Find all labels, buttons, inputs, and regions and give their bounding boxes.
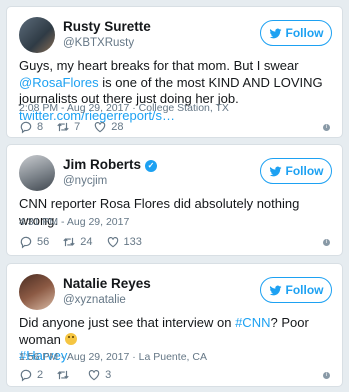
mention-link[interactable]: @RosaFlores [19, 75, 99, 90]
user-handle[interactable]: @KBTXRusty [63, 37, 134, 49]
user-name-row[interactable]: Jim Roberts ✓ [63, 157, 158, 172]
reply-count: 2 [37, 369, 44, 381]
tweet-card: Rusty Surette @KBTXRusty Follow Guys, my… [6, 6, 343, 138]
like-button[interactable]: 3 [87, 368, 111, 382]
retweet-icon [57, 370, 69, 380]
follow-button[interactable]: Follow [260, 277, 332, 303]
reply-icon [20, 236, 32, 249]
heart-icon [88, 370, 100, 381]
follow-label: Follow [285, 164, 324, 178]
action-bar: 56 24 133 [19, 235, 155, 249]
reply-button[interactable]: 56 [19, 235, 49, 249]
like-count: 28 [111, 121, 124, 133]
flushed-face-emoji-icon [64, 332, 77, 345]
heart-icon [107, 237, 118, 248]
reply-icon [20, 121, 32, 134]
follow-label: Follow [285, 26, 324, 40]
action-bar: 2 3 [19, 368, 124, 382]
info-icon[interactable]: i [323, 372, 330, 379]
follow-button[interactable]: Follow [260, 158, 332, 184]
reply-count: 56 [37, 236, 50, 248]
twitter-bird-icon [269, 285, 281, 295]
hashtag-link[interactable]: #CNN [235, 315, 270, 330]
twitter-bird-icon [269, 166, 281, 176]
tweet-card: Natalie Reyes @xyznatalie Follow Did any… [6, 263, 343, 387]
like-button[interactable]: 133 [106, 235, 142, 249]
tweet-timestamp[interactable]: 2:08 PM - Aug 29, 2017 · College Station… [19, 102, 229, 114]
user-handle[interactable]: @xyznatalie [63, 294, 126, 306]
heart-icon [95, 122, 106, 133]
follow-button[interactable]: Follow [260, 20, 332, 46]
tweet-card: Jim Roberts ✓ @nycjim Follow CNN reporter… [6, 144, 343, 256]
retweet-button[interactable]: 7 [56, 120, 80, 134]
like-count: 3 [105, 369, 112, 381]
avatar[interactable] [19, 155, 55, 191]
user-name[interactable]: Natalie Reyes [63, 276, 151, 291]
verified-badge-icon: ✓ [145, 160, 158, 172]
user-name[interactable]: Rusty Surette [63, 19, 151, 34]
text-segment: Guys, my heart breaks for that mom. But … [19, 58, 299, 73]
user-handle[interactable]: @nycjim [63, 175, 107, 187]
action-bar: 8 7 28 [19, 120, 137, 134]
follow-label: Follow [285, 283, 324, 297]
tweet-timestamp[interactable]: 1:56 PM - Aug 29, 2017 · La Puente, CA [19, 351, 207, 363]
tweet-timestamp[interactable]: 4:31 PM - Aug 29, 2017 [19, 216, 129, 228]
like-count: 133 [123, 236, 142, 248]
retweet-icon [57, 122, 69, 132]
retweet-button[interactable] [56, 368, 74, 382]
reply-button[interactable]: 8 [19, 120, 43, 134]
tweet-text: Guys, my heart breaks for that mom. But … [19, 58, 330, 124]
avatar[interactable] [19, 274, 55, 310]
info-icon[interactable]: i [323, 124, 330, 131]
retweet-count: 7 [74, 121, 81, 133]
info-icon[interactable]: i [323, 239, 330, 246]
reply-button[interactable]: 2 [19, 368, 43, 382]
like-button[interactable]: 28 [93, 120, 124, 134]
retweet-icon [63, 237, 75, 247]
reply-count: 8 [37, 121, 44, 133]
retweet-button[interactable]: 24 [62, 235, 93, 249]
user-name: Jim Roberts [63, 157, 142, 172]
reply-icon [20, 369, 32, 382]
avatar[interactable] [19, 17, 55, 53]
retweet-count: 24 [80, 236, 93, 248]
text-segment: Did anyone just see that interview on [19, 315, 236, 330]
twitter-bird-icon [269, 28, 281, 38]
